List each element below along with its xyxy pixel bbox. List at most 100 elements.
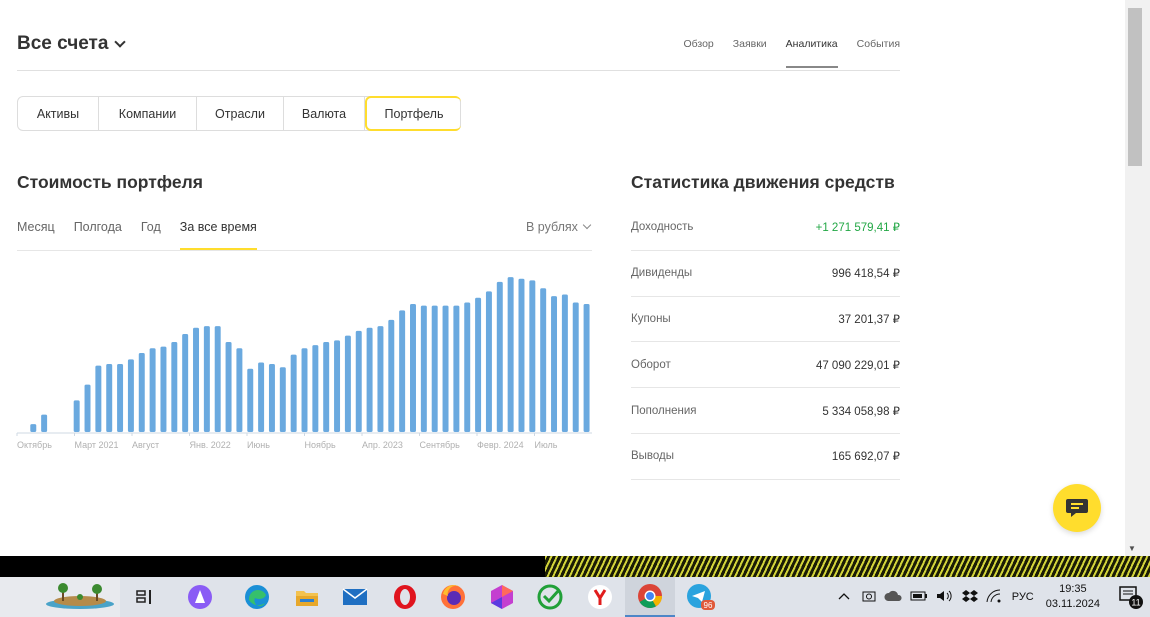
chart-bar[interactable] (496, 281, 503, 432)
chart-bar[interactable] (518, 278, 525, 432)
yandex-button[interactable] (575, 577, 625, 617)
telegram-icon: 96 (687, 584, 715, 610)
chart-bar[interactable] (377, 326, 384, 432)
chart-bar[interactable] (117, 364, 124, 432)
chart-bar[interactable] (355, 330, 362, 432)
scroll-thumb[interactable] (1128, 8, 1142, 166)
chart-bar[interactable] (106, 364, 113, 432)
browser-content: Все счета Обзор Заявки Аналитика События… (0, 0, 1125, 556)
scroll-up-arrow[interactable] (1125, 0, 1150, 8)
chart-bar[interactable] (561, 294, 568, 432)
alice-button[interactable] (175, 577, 225, 617)
edge-button[interactable] (232, 577, 282, 617)
firefox-button[interactable] (428, 577, 478, 617)
chart-bar[interactable] (95, 365, 102, 432)
chart-bar[interactable] (290, 354, 297, 432)
wifi-icon[interactable] (986, 588, 1002, 606)
chart-bar[interactable] (431, 305, 438, 432)
chart-bar[interactable] (171, 341, 178, 432)
chart-bar[interactable] (236, 348, 243, 432)
nav-analytics[interactable]: Аналитика (785, 38, 838, 68)
task-view-button[interactable] (120, 577, 170, 617)
dropbox-icon[interactable] (961, 589, 978, 606)
notifications-button[interactable]: 11 (1118, 583, 1144, 612)
chart-bar[interactable] (388, 319, 395, 432)
chart-bar[interactable] (138, 353, 145, 432)
period-month[interactable]: Месяц (17, 220, 55, 234)
volume-icon[interactable] (936, 589, 954, 606)
chart-bar[interactable] (127, 359, 134, 432)
header-divider (17, 70, 900, 71)
chart-bar[interactable] (583, 304, 590, 432)
yandex-icon (588, 585, 612, 609)
scroll-down-arrow[interactable]: ▼ (1128, 544, 1136, 553)
chart-bar[interactable] (301, 348, 308, 432)
chart-bar[interactable] (410, 304, 416, 432)
chart-bar[interactable] (312, 345, 319, 432)
chart-bar[interactable] (149, 348, 156, 432)
nav-orders[interactable]: Заявки (733, 38, 767, 50)
chart-bar[interactable] (30, 424, 37, 432)
chart-bar[interactable] (193, 327, 199, 432)
chart-bar[interactable] (420, 305, 427, 432)
telegram-button[interactable]: 96 (675, 577, 725, 617)
chart-bar[interactable] (540, 288, 547, 432)
segment-companies[interactable]: Компании (99, 97, 197, 130)
opera-button[interactable] (380, 577, 430, 617)
chart-bar[interactable] (225, 341, 232, 432)
page-scrollbar[interactable]: ▼ (1125, 0, 1150, 556)
nav-events[interactable]: События (857, 38, 900, 50)
sber-button[interactable] (525, 577, 575, 617)
chart-bar[interactable] (334, 340, 341, 432)
chart-bar[interactable] (529, 280, 536, 432)
chart-bar[interactable] (323, 341, 330, 432)
chart-bar[interactable] (485, 291, 492, 432)
chrome-button[interactable] (625, 577, 675, 617)
period-year[interactable]: Год (141, 220, 161, 234)
segment-portfolio[interactable]: Портфель (365, 96, 461, 131)
chart-bar[interactable] (279, 367, 286, 432)
chart-bar[interactable] (572, 302, 579, 432)
chart-bar[interactable] (551, 296, 558, 432)
account-selector[interactable]: Все счета (17, 33, 127, 55)
hex-app-button[interactable] (477, 577, 527, 617)
chart-bar[interactable] (344, 335, 351, 432)
mail-button[interactable] (330, 577, 380, 617)
currency-select[interactable]: В рублях (526, 220, 592, 234)
chart-bar[interactable] (399, 310, 406, 432)
language-indicator[interactable]: РУС (1012, 591, 1034, 603)
segment-assets[interactable]: Активы (18, 97, 99, 130)
clock[interactable]: 19:35 03.11.2024 (1046, 582, 1100, 612)
cloud-icon[interactable] (884, 590, 902, 605)
tray-expand-icon[interactable] (838, 591, 850, 603)
clock-time: 19:35 (1059, 583, 1087, 595)
chart-bar[interactable] (507, 277, 514, 432)
chart-bar[interactable] (464, 302, 471, 432)
chart-bar[interactable] (73, 400, 80, 432)
chat-button[interactable] (1053, 484, 1101, 532)
chart-bar[interactable] (366, 327, 373, 432)
chart-bar[interactable] (247, 368, 254, 432)
chart-bar[interactable] (475, 297, 482, 432)
explorer-button[interactable] (282, 577, 332, 617)
chart-bar[interactable] (258, 362, 265, 432)
chart-bar[interactable] (442, 305, 449, 432)
period-all-time[interactable]: За все время (179, 220, 257, 250)
chart-bar[interactable] (214, 326, 221, 432)
chart-bar[interactable] (268, 364, 275, 432)
chart-bar[interactable] (453, 305, 460, 432)
chart-bar[interactable] (203, 326, 210, 432)
segment-industries[interactable]: Отрасли (197, 97, 284, 130)
battery-icon[interactable] (910, 590, 928, 605)
start-area[interactable] (0, 577, 120, 617)
chart-bar[interactable] (84, 384, 91, 432)
chart-bar[interactable] (160, 346, 167, 432)
chart-bar[interactable] (182, 334, 189, 432)
period-half-year[interactable]: Полгода (74, 220, 122, 234)
chart-bar[interactable] (41, 414, 48, 432)
analytics-segments: Активы Компании Отрасли Валюта Портфель (17, 96, 461, 131)
nav-overview[interactable]: Обзор (683, 38, 713, 50)
segment-currency[interactable]: Валюта (284, 97, 365, 130)
wallpaper-pattern (545, 556, 1150, 577)
camera-icon[interactable] (862, 589, 876, 606)
